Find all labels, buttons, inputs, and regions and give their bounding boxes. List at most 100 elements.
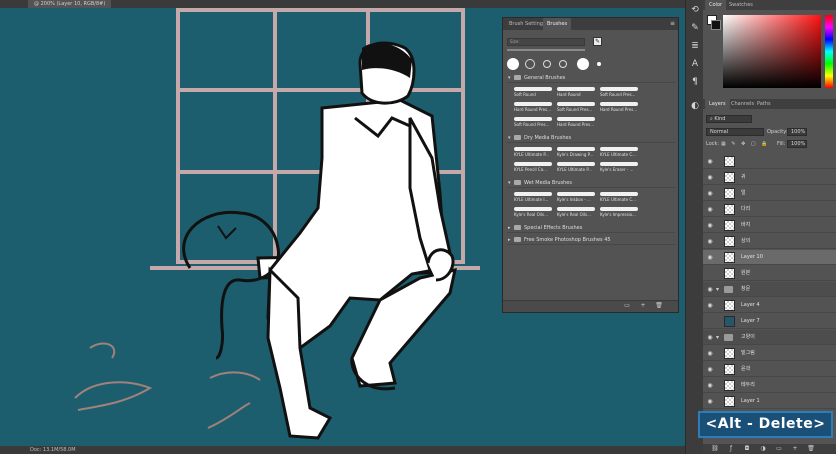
recent-brush-soft[interactable] (507, 58, 519, 70)
layer-row[interactable]: ◉ 바지 (703, 218, 836, 233)
recent-brush-5[interactable] (577, 58, 589, 70)
brush-preset[interactable]: Kyle's Drawing P... (556, 145, 596, 158)
new-brush-icon[interactable]: ✎ (593, 37, 602, 46)
tab-brushes[interactable]: Brushes (543, 18, 572, 30)
recent-brush-4[interactable] (559, 60, 567, 68)
new-layer-icon[interactable]: + (791, 445, 799, 453)
brush-preset[interactable]: KYLE Ultimate C... (599, 145, 639, 158)
layer-row[interactable]: 원본 (703, 266, 836, 281)
layer-mask-icon[interactable]: ◘ (743, 445, 751, 453)
eye-icon[interactable]: ◉ (706, 382, 714, 389)
layer-style-icon[interactable]: ƒ (727, 445, 735, 453)
hue-slider[interactable] (825, 15, 833, 88)
chevron-down-icon[interactable]: ▾ (508, 74, 511, 82)
brush-preset[interactable]: Kyle's Inkbox - ... (556, 190, 596, 203)
eye-icon[interactable]: ◉ (706, 238, 714, 245)
layer-row[interactable]: ◉ 테두리 (703, 378, 836, 393)
paragraph-icon[interactable]: ¶ (689, 76, 701, 88)
layer-row[interactable]: ◉ Layer 1 (703, 394, 836, 409)
eye-icon[interactable]: ◉ (706, 158, 714, 165)
document-tab[interactable]: @ 200% (Layer 10, RGB/8#) (28, 0, 112, 8)
brush-preset[interactable]: KYLE Ultimate P... (556, 160, 596, 173)
recent-brush-2[interactable] (525, 59, 535, 69)
eye-icon[interactable]: ◉ (706, 174, 714, 181)
brush-folder[interactable]: ▾ Dry Media Brushes (507, 133, 675, 143)
brush-preset[interactable]: Kyle's Real Oils... (513, 205, 553, 218)
blend-mode-select[interactable]: Normal (706, 128, 764, 136)
brush-folder[interactable]: ▾ Wet Media Brushes (507, 178, 675, 188)
brush-preset[interactable]: Soft Round Pres... (513, 115, 553, 128)
brush-preset[interactable]: Hard Round Pres... (599, 100, 639, 113)
layers-list[interactable]: ◉ ◉ 귀 ◉ 얼 ◉ 다리 ◉ 바지 ◉ 상의 ◉ Layer 10 원본 ◉ ▾ 창문 ◉ Layer 4 Lay… (703, 154, 836, 444)
brush-preset[interactable]: Hard Round (556, 85, 596, 98)
brush-preset[interactable]: Soft Round Pres... (599, 85, 639, 98)
folder-icon[interactable]: ▭ (623, 302, 631, 310)
brush-folder[interactable]: ▾ General Brushes (507, 73, 675, 83)
layer-row[interactable]: Layer 7 (703, 314, 836, 329)
layer-row[interactable]: ◉ 얼 (703, 186, 836, 201)
eye-hidden-icon[interactable] (706, 270, 714, 277)
eye-icon[interactable]: ◉ (706, 398, 714, 405)
layer-row[interactable]: ◉ 귀 (703, 170, 836, 185)
layer-row[interactable]: ◉ 상의 (703, 234, 836, 249)
chevron-down-icon[interactable]: ▾ (716, 286, 719, 293)
chevron-down-icon[interactable]: ▾ (716, 334, 719, 341)
chevron-right-icon[interactable]: ▸ (508, 236, 511, 244)
layer-row[interactable]: ◉ Layer 4 (703, 298, 836, 313)
layer-row[interactable]: ◉ 다리 (703, 202, 836, 217)
eye-icon[interactable]: ◉ (706, 350, 714, 357)
eye-icon[interactable]: ◉ (706, 366, 714, 373)
brush-preset[interactable]: Soft Round Pres... (556, 100, 596, 113)
eye-icon[interactable]: ◉ (706, 254, 714, 261)
panel-menu-icon[interactable]: ≡ (670, 18, 675, 30)
trash-icon[interactable]: 🗑 (807, 445, 815, 453)
brush-size-field[interactable]: Size: (507, 38, 585, 46)
eye-icon[interactable]: ◉ (706, 302, 714, 309)
eye-icon[interactable]: ◉ (706, 334, 714, 341)
eye-hidden-icon[interactable] (706, 318, 714, 325)
color-picker-field[interactable] (723, 15, 821, 88)
recent-brush-6[interactable] (597, 62, 601, 66)
brush-preset[interactable]: KYLE Ultimate C... (599, 190, 639, 203)
background-color-swatch[interactable] (711, 20, 721, 30)
tab-swatches[interactable]: Swatches (725, 0, 757, 10)
tab-layers[interactable]: Layers (705, 99, 730, 109)
brush-preset[interactable]: Hard Round Pres... (513, 100, 553, 113)
tab-paths[interactable]: Paths (753, 99, 775, 109)
brush-settings-icon[interactable]: ✎ (689, 22, 701, 34)
link-layers-icon[interactable]: ⛓ (711, 445, 719, 453)
brush-preset[interactable]: Kyle's Eraser - ... (599, 160, 639, 173)
styles-icon[interactable]: ◐ (689, 100, 701, 112)
layer-row[interactable]: ◉ (703, 154, 836, 169)
brush-preset[interactable]: Kyle's Real Oils... (556, 205, 596, 218)
brush-preset[interactable]: Hard Round Pres... (556, 115, 596, 128)
eye-icon[interactable]: ◉ (706, 222, 714, 229)
layer-row[interactable]: ◉ 밑그림 (703, 346, 836, 361)
tab-color[interactable]: Color (705, 0, 727, 10)
chevron-right-icon[interactable]: ▸ (508, 224, 511, 232)
layer-filter-select[interactable]: ⌕ Kind (706, 115, 752, 123)
brush-preset[interactable]: Soft Round (513, 85, 553, 98)
adjustment-layer-icon[interactable]: ◑ (759, 445, 767, 453)
eye-icon[interactable]: ◉ (706, 206, 714, 213)
eye-icon[interactable]: ◉ (706, 286, 714, 293)
brush-folder[interactable]: ▸ Special Effects Brushes (507, 223, 675, 233)
layer-row[interactable]: ◉ 윤곽 (703, 362, 836, 377)
fill-input[interactable]: 100% (787, 140, 807, 148)
layer-group-row[interactable]: ◉ ▾ 창문 (703, 282, 836, 297)
layer-row[interactable]: ◉ Layer 10 (703, 250, 836, 265)
adjustments-icon[interactable]: ≣ (689, 40, 701, 52)
brush-preset[interactable]: Kyle's Impressio... (599, 205, 639, 218)
trash-icon[interactable]: 🗑 (655, 302, 663, 310)
brush-folder[interactable]: ▸ Free Smoke Photoshop Brushes 45 (507, 235, 675, 245)
eye-icon[interactable]: ◉ (706, 190, 714, 197)
new-brush-preset-icon[interactable]: + (639, 302, 647, 310)
history-icon[interactable]: ⟲ (689, 4, 701, 16)
recent-brush-3[interactable] (543, 60, 551, 68)
brush-size-slider[interactable] (507, 49, 585, 51)
opacity-input[interactable]: 100% (787, 128, 807, 136)
brush-preset[interactable]: KYLE Ultimate P... (513, 145, 553, 158)
chevron-down-icon[interactable]: ▾ (508, 179, 511, 187)
brush-preset[interactable]: KYLE Ultimate I... (513, 190, 553, 203)
chevron-down-icon[interactable]: ▾ (508, 134, 511, 142)
